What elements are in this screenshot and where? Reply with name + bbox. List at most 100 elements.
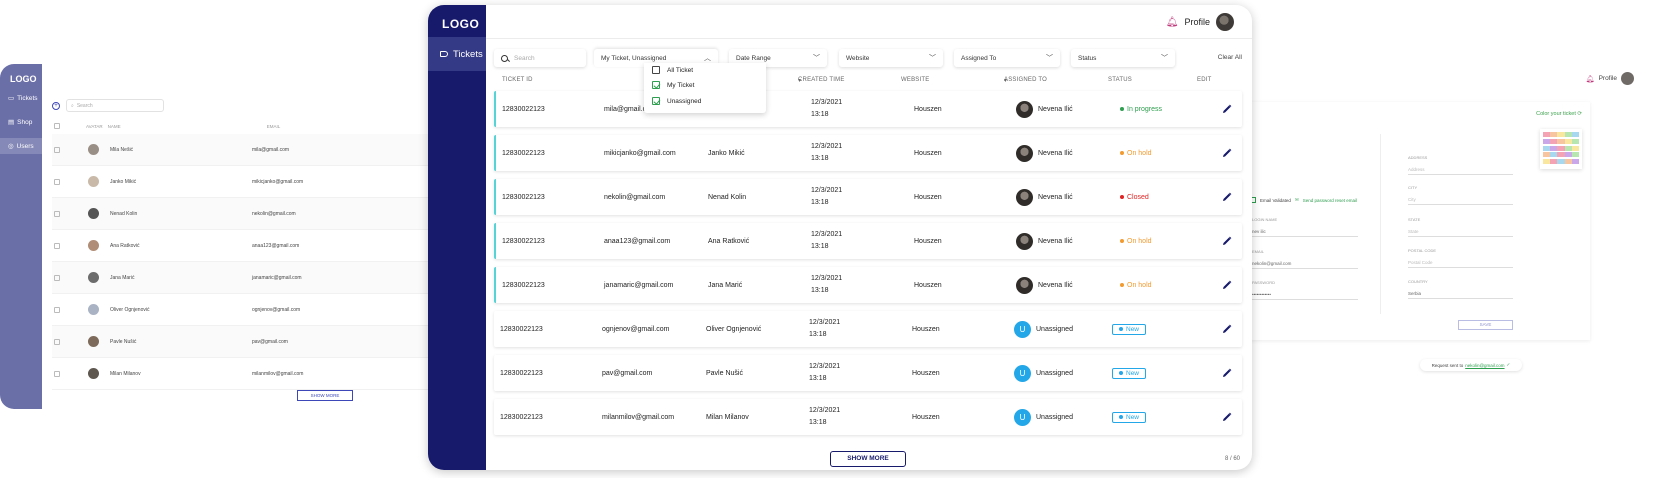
created-date: 12/3/2021 xyxy=(809,407,841,414)
table-row[interactable]: 12830022123 mikicjanko@gmail.com Janko Mik… xyxy=(494,135,1242,171)
table-row[interactable]: 12830022123 anaa123@gmail.com Ana Ratković… xyxy=(494,223,1242,259)
login-name-field[interactable]: nev ilic xyxy=(1252,225,1358,237)
status-badge: New xyxy=(1112,411,1147,423)
ticket-website: Houszen xyxy=(914,237,942,245)
table-row[interactable]: Ana Ratković anaa123@gmail.com xyxy=(52,230,430,262)
postal-code-field[interactable]: Postal Code xyxy=(1408,256,1513,268)
bell-icon[interactable]: 🔔︎ xyxy=(1586,75,1595,83)
row-checkbox[interactable] xyxy=(54,146,60,153)
state-field[interactable]: State xyxy=(1408,225,1513,237)
ticket-email: milanmilov@gmail.com xyxy=(602,413,675,421)
checkbox[interactable] xyxy=(652,66,660,74)
website-select[interactable]: Website ﹀ xyxy=(839,49,943,67)
color-palette[interactable] xyxy=(1540,129,1582,169)
pencil-icon[interactable] xyxy=(1222,280,1232,290)
profile-menu[interactable]: 🔔︎ Profile xyxy=(1166,13,1234,31)
created-time: 12/3/2021 13:18 xyxy=(809,399,840,435)
table-row[interactable]: Oliver Ognjenović ognjenov@gmail.com xyxy=(52,294,430,326)
ticket-email: janamaric@gmail.com xyxy=(604,281,674,289)
sidebar-item-label: Tickets xyxy=(17,94,38,102)
label-login-name: LOGIN NAME xyxy=(1252,217,1278,222)
ticket-email: nekolin@gmail.com xyxy=(604,193,666,201)
created-date: 12/3/2021 xyxy=(811,143,843,150)
table-row[interactable]: 12830022123 pav@gmail.com Pavle Nušić 12/3/… xyxy=(494,355,1242,391)
dropdown-option-my-ticket[interactable]: My Ticket xyxy=(652,78,694,92)
pencil-icon[interactable] xyxy=(1222,236,1232,246)
email-field[interactable]: nekolin@gmail.com xyxy=(1252,257,1358,269)
pencil-icon[interactable] xyxy=(1222,104,1232,114)
dropdown-option-unassigned[interactable]: Unassigned xyxy=(652,94,701,108)
assignee-name: Unassigned xyxy=(1036,413,1073,421)
users-search-input[interactable]: ⌕ Search xyxy=(66,99,164,112)
pencil-icon[interactable] xyxy=(1222,368,1232,378)
table-row[interactable]: Janko Mikić mikicjanko@gmail.com xyxy=(52,166,430,198)
search-icon xyxy=(501,54,508,62)
clear-all-button[interactable]: Clear All xyxy=(1218,54,1242,61)
dropdown-option-all-ticket[interactable]: All Ticket xyxy=(652,63,693,77)
ticket-assignee: U Unassigned xyxy=(1014,311,1073,347)
ticket-id: 12830022123 xyxy=(500,325,543,333)
select-all-checkbox[interactable] xyxy=(54,123,60,129)
send-reset-link[interactable]: Send password reset email xyxy=(1303,198,1357,203)
tickets-window: LOGO Tickets 🔔︎ Profile Search My Ticket… xyxy=(428,5,1252,470)
table-row[interactable]: 12830022123 milanmilov@gmail.com Milan Mil… xyxy=(494,399,1242,435)
password-field[interactable]: •••••••••••• xyxy=(1252,288,1358,300)
add-user-icon[interactable]: + xyxy=(52,101,60,110)
ticket-email: pav@gmail.com xyxy=(602,369,653,377)
column-label: CREATED TIME xyxy=(798,77,845,83)
bell-icon[interactable]: 🔔︎ xyxy=(1166,17,1179,28)
email-validated: Email Validated ✉ Send password reset em… xyxy=(1250,197,1357,203)
sidebar-item-shop[interactable]: ▤ Shop xyxy=(8,118,32,127)
users-show-more-button[interactable]: SHOW MORE xyxy=(297,390,353,401)
avatar xyxy=(88,304,99,315)
table-row[interactable]: Milan Milanov milanmilov@gmail.com xyxy=(52,358,430,390)
sidebar-item-tickets[interactable]: Tickets xyxy=(428,37,486,71)
label-password: PASSWORD xyxy=(1252,280,1276,285)
ticket-website: Houszen xyxy=(914,193,942,201)
table-row[interactable]: Mila Nešić mila@gmail.com xyxy=(52,134,430,166)
table-row[interactable]: 12830022123mila@gmail.comMila Nešić12/3/… xyxy=(494,91,1242,127)
city-field[interactable]: City xyxy=(1408,193,1513,205)
request-text: Request sent to xyxy=(1431,362,1464,368)
search-input[interactable]: Search xyxy=(494,49,586,67)
table-row[interactable]: 12830022123 janamaric@gmail.com Jana Marić… xyxy=(494,267,1242,303)
color-ticket-link[interactable]: Color your ticket ⟳ xyxy=(1536,111,1582,117)
created-time: 12/3/2021 13:18 xyxy=(811,135,842,171)
table-row[interactable]: 12830022123 nekolin@gmail.com Nenad Kolin 1… xyxy=(494,179,1242,215)
country-select[interactable]: Serbia xyxy=(1408,287,1513,299)
table-row[interactable]: Pavle Nušić pav@gmail.com xyxy=(52,326,430,358)
ticket-email: mikicjanko@gmail.com xyxy=(604,149,676,157)
profile-menu[interactable]: 🔔︎ Profile xyxy=(1586,72,1634,85)
pencil-icon[interactable] xyxy=(1222,412,1232,422)
row-checkbox[interactable] xyxy=(54,370,60,377)
sidebar-item-users[interactable]: ◎ Users xyxy=(0,138,42,154)
checkbox[interactable] xyxy=(652,97,660,105)
pencil-icon[interactable] xyxy=(1222,148,1232,158)
checkbox[interactable] xyxy=(652,81,660,89)
row-checkbox[interactable] xyxy=(54,274,60,281)
logo: LOGO xyxy=(442,17,480,31)
save-button[interactable]: SAVE xyxy=(1458,320,1513,330)
table-row[interactable]: 12830022123 ognjenov@gmail.com Oliver Ognj… xyxy=(494,311,1242,347)
mail-icon: ✉ xyxy=(1294,197,1299,202)
row-checkbox[interactable] xyxy=(54,210,60,217)
row-checkbox[interactable] xyxy=(54,306,60,313)
table-row[interactable]: Nenad Kolin nekolin@gmail.com xyxy=(52,198,430,230)
row-checkbox[interactable] xyxy=(54,178,60,185)
address-field[interactable]: Address xyxy=(1408,163,1513,175)
pencil-icon[interactable] xyxy=(1222,192,1232,202)
created-date: 12/3/2021 xyxy=(811,99,843,106)
pencil-icon[interactable] xyxy=(1222,324,1232,334)
created-hour: 13:18 xyxy=(809,331,827,338)
column-edit: EDIT xyxy=(1197,77,1212,83)
user-name: Pavle Nušić xyxy=(110,338,137,345)
show-more-button[interactable]: SHOW MORE xyxy=(830,451,906,467)
table-row[interactable]: Jana Marić janamaric@gmail.com xyxy=(52,262,430,294)
assigned-to-select[interactable]: Assigned To ﹀ xyxy=(954,49,1060,67)
row-checkbox[interactable] xyxy=(54,242,60,249)
profile-label: Profile xyxy=(1184,17,1210,27)
sidebar-item-tickets[interactable]: ▭ Tickets xyxy=(8,94,38,103)
status-select[interactable]: Status ﹀ xyxy=(1071,49,1175,67)
ticket-assignee: Nevena Ilić xyxy=(1016,179,1073,215)
row-checkbox[interactable] xyxy=(54,338,60,345)
